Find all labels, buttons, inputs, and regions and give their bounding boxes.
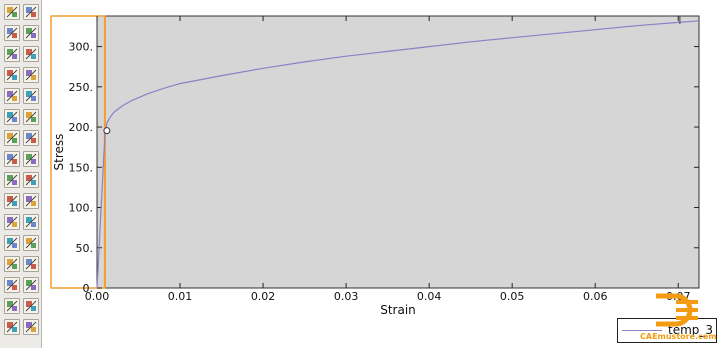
- xy-plot-icon[interactable]: [4, 25, 20, 41]
- chart-options-icon[interactable]: [4, 109, 20, 125]
- toolbox-row: [4, 319, 40, 336]
- toolbox-row: [4, 25, 40, 42]
- x-tick-label: 0.01: [168, 290, 193, 303]
- path-curve-icon[interactable]: [23, 214, 39, 230]
- probe-table-icon[interactable]: [23, 277, 39, 293]
- toolbox-row: [4, 256, 40, 273]
- xy-data-manager-icon[interactable]: [4, 4, 20, 20]
- xy-plot[interactable]: 0.50.100.150.200.250.300.0.00 0.01 0.02 0.0…: [43, 0, 725, 348]
- data-point-marker[interactable]: [103, 127, 111, 135]
- x-tick-label: 0.02: [251, 290, 276, 303]
- chart-tree-icon[interactable]: [23, 109, 39, 125]
- y-tick-label: 250.: [69, 81, 94, 94]
- toolbox-row: [4, 46, 40, 63]
- animate-icon[interactable]: [4, 235, 20, 251]
- axis-tool-icon[interactable]: [4, 46, 20, 62]
- animate-options-icon[interactable]: [23, 235, 39, 251]
- plot-options-icon[interactable]: [23, 25, 39, 41]
- report-table-icon[interactable]: [23, 193, 39, 209]
- display-group-icon[interactable]: [4, 319, 20, 335]
- section-icon[interactable]: [4, 256, 20, 272]
- table-icon[interactable]: [23, 172, 39, 188]
- curve-style-icon[interactable]: [4, 67, 20, 83]
- y-tick-label: 200.: [69, 121, 94, 134]
- view-cut-icon[interactable]: [4, 298, 20, 314]
- y-tick-label: 50.: [76, 242, 94, 255]
- plot-viewport[interactable]: 0. 50. 100. 150. 200. 250. 300. 0.00 0.01 0.02 0.0…: [43, 0, 725, 348]
- node-plot-icon[interactable]: [4, 172, 20, 188]
- y-tick-label: 100.: [69, 202, 94, 215]
- toolbox: [0, 0, 42, 348]
- watermark-logo-icon: [656, 293, 698, 327]
- chart-list-icon[interactable]: [23, 88, 39, 104]
- toolbox-row: [4, 88, 40, 105]
- toolbox-row: [4, 4, 40, 21]
- toolbox-row: [4, 193, 40, 210]
- grid-layout-icon[interactable]: [23, 4, 39, 20]
- axis-list-icon[interactable]: [23, 46, 39, 62]
- plot-area[interactable]: [96, 15, 700, 289]
- contour-plot-icon[interactable]: [4, 130, 20, 146]
- contour-options-icon[interactable]: [23, 130, 39, 146]
- toolbox-row: [4, 235, 40, 252]
- x-tick-label: 0.04: [417, 290, 442, 303]
- toolbox-row: [4, 277, 40, 294]
- section-table-icon[interactable]: [23, 256, 39, 272]
- chart-edit-icon[interactable]: [4, 88, 20, 104]
- x-tick-label: 0.00: [85, 290, 110, 303]
- path-plot-icon[interactable]: [4, 151, 20, 167]
- y-axis-title: Stress: [52, 134, 66, 171]
- display-table-icon[interactable]: [23, 319, 39, 335]
- toolbox-row: [4, 151, 40, 168]
- spreadsheet-icon[interactable]: [4, 193, 20, 209]
- toolbox-row: [4, 214, 40, 231]
- x-axis-title: Strain: [380, 303, 416, 317]
- x-tick-label: 0.06: [583, 290, 608, 303]
- watermark-logo: CAEmustore.com: [640, 290, 717, 346]
- toolbox-row: [4, 130, 40, 147]
- x-tick-label: 0.03: [334, 290, 359, 303]
- toolbox-row: [4, 109, 40, 126]
- watermark-text: CAEmustore.com: [640, 332, 717, 341]
- path-arrow-icon[interactable]: [4, 214, 20, 230]
- toolbox-row: [4, 172, 40, 189]
- view-cut-table-icon[interactable]: [23, 298, 39, 314]
- y-tick-label: 300.: [69, 41, 94, 54]
- curve-list-icon[interactable]: [23, 67, 39, 83]
- x-tick-label: 0.05: [500, 290, 525, 303]
- path-list-icon[interactable]: [23, 151, 39, 167]
- y-tick-label: 150.: [69, 161, 94, 174]
- toolbox-row: [4, 298, 40, 315]
- probe-icon[interactable]: [4, 277, 20, 293]
- toolbox-row: [4, 67, 40, 84]
